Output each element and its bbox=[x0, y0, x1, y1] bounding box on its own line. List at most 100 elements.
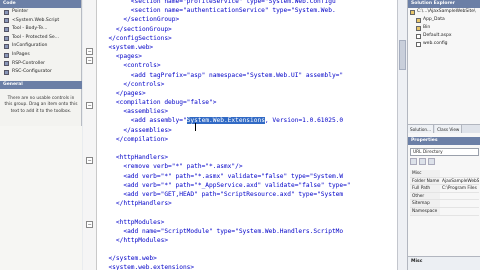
code-line[interactable] bbox=[101, 144, 393, 153]
toolbox-item-label: Tool - Protected Se... bbox=[12, 34, 60, 40]
control-icon bbox=[4, 52, 9, 58]
toolbox-general-title[interactable]: General bbox=[0, 81, 82, 89]
panel-tab[interactable]: Solution... bbox=[408, 125, 435, 133]
code-line[interactable]: <system.web> bbox=[101, 43, 393, 52]
toolbox-item[interactable]: Tool - Protected Se... bbox=[0, 34, 81, 43]
toolbox-item[interactable]: InConfiguration bbox=[0, 42, 81, 51]
code-editor[interactable]: − − − − − <section name="profileService"… bbox=[83, 0, 397, 270]
editor-gutter: − − − − − bbox=[83, 0, 97, 270]
control-icon bbox=[4, 69, 9, 75]
editor-vertical-scrollbar[interactable] bbox=[397, 0, 407, 270]
control-icon bbox=[4, 9, 9, 15]
code-line[interactable]: <add tagPrefix="asp" namespace="System.W… bbox=[101, 71, 393, 80]
property-value[interactable] bbox=[440, 193, 479, 200]
property-row[interactable]: Folder NameAjaxSampleWebSite bbox=[410, 177, 479, 186]
property-pages-icon[interactable] bbox=[428, 158, 435, 165]
code-line[interactable]: <httpModules> bbox=[101, 218, 393, 227]
code-line[interactable]: <add name="ScriptModule" type="System.We… bbox=[101, 227, 393, 236]
categorized-icon[interactable] bbox=[410, 158, 417, 165]
solution-item[interactable]: Bin bbox=[408, 24, 480, 32]
collapse-toggle-icon[interactable]: − bbox=[86, 157, 93, 164]
property-value[interactable] bbox=[440, 170, 479, 177]
properties-object-select[interactable]: URL Directory bbox=[410, 148, 479, 156]
alphabetical-icon[interactable] bbox=[419, 158, 426, 165]
control-icon bbox=[4, 18, 9, 24]
property-name: Sitemap bbox=[410, 200, 440, 207]
solution-item[interactable]: App_Data bbox=[408, 16, 480, 24]
toolbox-item[interactable]: RSP-Controller bbox=[0, 60, 81, 69]
code-line[interactable]: <httpHandlers> bbox=[101, 153, 393, 162]
control-icon bbox=[4, 44, 9, 50]
code-line[interactable]: </assemblies> bbox=[101, 126, 393, 135]
properties-toolbar bbox=[410, 158, 479, 166]
code-line[interactable] bbox=[101, 208, 393, 217]
toolbox-items: Pointer <System.Web.Script Tool - Body-Te.… bbox=[0, 8, 81, 77]
toolbox-general-note: There are no usable controls in this gro… bbox=[4, 96, 78, 114]
property-row[interactable]: Other bbox=[410, 192, 479, 201]
panel-tab[interactable]: Class View bbox=[435, 125, 463, 133]
property-row[interactable]: Sitemap bbox=[410, 200, 479, 208]
code-line[interactable]: </sectionGroup> bbox=[101, 25, 393, 34]
code-line[interactable]: <assemblies> bbox=[101, 107, 393, 116]
code-line[interactable]: <pages> bbox=[101, 52, 393, 61]
code-line[interactable]: <add verb="GET,HEAD" path="ScriptResourc… bbox=[101, 190, 393, 199]
code-line[interactable]: </pages> bbox=[101, 89, 393, 98]
property-row[interactable]: Misc bbox=[410, 170, 479, 178]
code-line[interactable]: <add assembly="System.Web.Extensions, Ve… bbox=[101, 116, 393, 125]
toolbox-item-label: RSP-Controller bbox=[12, 60, 46, 66]
collapse-toggle-icon[interactable]: − bbox=[86, 57, 93, 64]
property-value[interactable] bbox=[440, 208, 479, 215]
property-name: Namespace bbox=[410, 207, 440, 215]
solution-item[interactable]: Default.aspx bbox=[408, 32, 480, 40]
control-icon bbox=[4, 61, 9, 67]
code-line[interactable]: <controls> bbox=[101, 61, 393, 70]
property-value[interactable]: C:\Program Files bbox=[440, 185, 479, 192]
folder-icon bbox=[416, 17, 421, 23]
toolbox-item[interactable]: Tool - Body-Te... bbox=[0, 25, 81, 34]
toolbox-item[interactable]: InPages bbox=[0, 51, 81, 60]
code-line[interactable]: </configSections> bbox=[101, 34, 393, 43]
code-line[interactable]: </httpHandlers> bbox=[101, 199, 393, 208]
collapse-toggle-icon[interactable]: − bbox=[86, 48, 93, 55]
properties-grid: MiscFolder NameAjaxSampleWebSiteFull Pat… bbox=[410, 170, 479, 216]
solution-tabs: Solution... Class View bbox=[408, 124, 480, 133]
file-icon bbox=[416, 41, 421, 47]
solution-root-item[interactable]: C:\...\AjaxSampleWebSite\ bbox=[408, 8, 480, 16]
code-line[interactable]: </httpModules> bbox=[101, 236, 393, 245]
property-row[interactable]: Full Path C:\Program Files bbox=[410, 185, 479, 193]
toolbox-item[interactable]: Pointer bbox=[0, 8, 81, 17]
code-line[interactable]: </controls> bbox=[101, 80, 393, 89]
code-line[interactable]: <add verb="*" path="*_AppService.axd" va… bbox=[101, 181, 393, 190]
code-line[interactable]: <compilation debug="false"> bbox=[101, 98, 393, 107]
solution-explorer-title: Solution Explorer bbox=[408, 0, 480, 8]
toolbox-panel: Code Pointer <System.Web.Script Tool - Bod… bbox=[0, 0, 82, 270]
control-icon bbox=[4, 26, 9, 32]
code-line[interactable]: <add verb="*" path="*.asmx" validate="fa… bbox=[101, 172, 393, 181]
code-line[interactable]: </compilation> bbox=[101, 135, 393, 144]
code-line[interactable]: </system.web> bbox=[101, 254, 393, 263]
code-line[interactable]: </sectionGroup> bbox=[101, 15, 393, 24]
right-panels: Solution Explorer C:\...\AjaxSampleWebSi… bbox=[407, 0, 480, 270]
solution-item-label: App_Data bbox=[423, 17, 445, 22]
toolbox-item-label: <System.Web.Script bbox=[12, 17, 60, 23]
property-row[interactable]: Namespace bbox=[410, 207, 479, 216]
selected-text[interactable]: System.Web.Extensions bbox=[186, 117, 265, 125]
scrollbar-thumb[interactable] bbox=[399, 40, 406, 70]
text-caret bbox=[195, 123, 196, 131]
solution-item-label: Bin bbox=[423, 25, 431, 30]
property-value[interactable]: AjaxSampleWebSite bbox=[440, 178, 479, 185]
code-line[interactable] bbox=[101, 245, 393, 254]
toolbox-item[interactable]: RSC-Configurator bbox=[0, 68, 81, 77]
solution-item-label: Default.aspx bbox=[423, 33, 452, 38]
code-line[interactable]: <system.web.extensions> bbox=[101, 263, 393, 270]
property-value[interactable] bbox=[440, 200, 479, 207]
collapse-toggle-icon[interactable]: − bbox=[86, 102, 93, 109]
code-text[interactable]: <section name="profileService" type="Sys… bbox=[101, 0, 393, 270]
collapse-toggle-icon[interactable]: − bbox=[86, 221, 93, 228]
toolbox-item[interactable]: <System.Web.Script bbox=[0, 17, 81, 26]
solution-item[interactable]: web.config bbox=[408, 40, 480, 48]
code-line[interactable]: <remove verb="*" path="*.asmx"/> bbox=[101, 162, 393, 171]
code-line[interactable]: <section name="authenticationService" ty… bbox=[101, 6, 393, 15]
toolbox-item-label: Pointer bbox=[12, 9, 29, 14]
toolbox-item-label: RSC-Configurator bbox=[12, 69, 52, 75]
